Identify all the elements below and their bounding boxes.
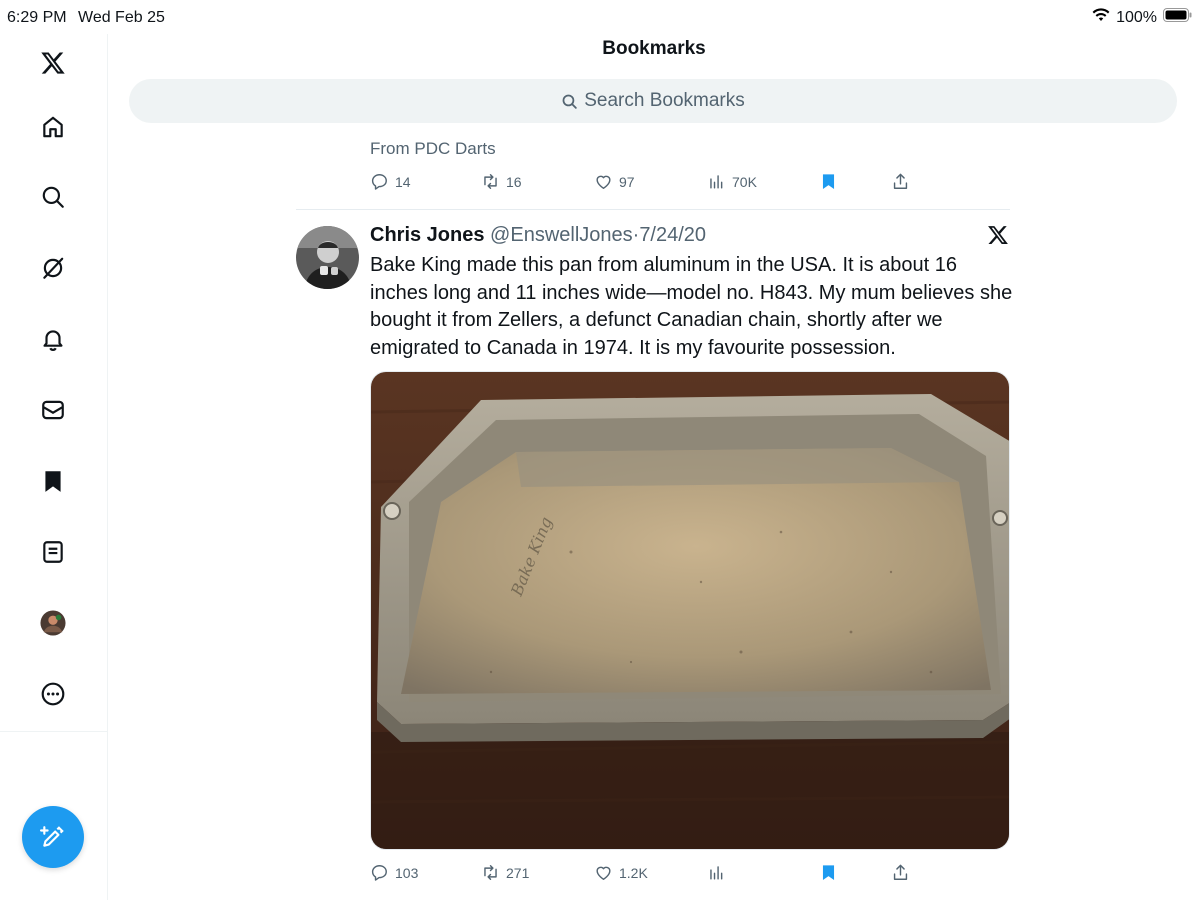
x-logo-icon bbox=[987, 224, 1011, 248]
lists-icon bbox=[43, 541, 63, 563]
reply-icon bbox=[371, 865, 387, 881]
sidebar-item-profile[interactable] bbox=[32, 602, 74, 644]
views-count: 70K bbox=[732, 173, 757, 190]
reply-count: 14 bbox=[395, 173, 411, 190]
bookmark-filled-icon bbox=[822, 174, 835, 190]
wifi-icon bbox=[1092, 8, 1110, 27]
sidebar bbox=[0, 34, 108, 900]
previous-tweet-source[interactable]: From PDC Darts bbox=[370, 139, 496, 159]
compose-feather-plus-icon bbox=[40, 826, 64, 847]
sidebar-item-more[interactable] bbox=[32, 673, 74, 715]
page-title: Bookmarks bbox=[602, 38, 706, 59]
author-name[interactable]: Chris Jones bbox=[370, 224, 484, 246]
sidebar-item-notifications[interactable] bbox=[32, 318, 74, 360]
notifications-bell-icon bbox=[43, 330, 63, 351]
heart-icon bbox=[596, 866, 611, 880]
search-icon bbox=[562, 94, 577, 109]
repost-count: 16 bbox=[506, 173, 522, 190]
profile-avatar bbox=[40, 610, 66, 636]
like-count: 97 bbox=[619, 173, 635, 190]
author-handle[interactable]: @EnswellJones bbox=[490, 224, 633, 246]
sidebar-item-explore[interactable] bbox=[32, 176, 74, 218]
like-count: 1.2K bbox=[619, 864, 648, 881]
home-icon bbox=[43, 116, 63, 138]
like-button[interactable]: 97 bbox=[594, 172, 635, 191]
reply-count: 103 bbox=[395, 864, 419, 881]
repost-button[interactable]: 16 bbox=[481, 172, 522, 191]
compose-button[interactable] bbox=[22, 806, 84, 868]
views-chart-icon bbox=[710, 175, 723, 189]
status-bar: 6:29 PM Wed Feb 25 100% bbox=[0, 0, 1200, 34]
sidebar-item-home[interactable] bbox=[32, 106, 74, 148]
views-button[interactable]: 70K bbox=[707, 172, 757, 191]
search-placeholder: Search Bookmarks bbox=[584, 90, 745, 111]
tweet-header: Chris Jones @EnswellJones·7/24/20 bbox=[370, 224, 706, 247]
share-button[interactable] bbox=[891, 172, 910, 191]
heart-icon bbox=[596, 175, 611, 189]
sidebar-item-lists[interactable] bbox=[32, 531, 74, 573]
search-input[interactable]: Search Bookmarks bbox=[129, 79, 1177, 123]
battery-percent: 100% bbox=[1116, 8, 1157, 26]
views-chart-icon bbox=[710, 866, 723, 880]
tweet-date[interactable]: 7/24/20 bbox=[639, 224, 706, 246]
author-avatar[interactable] bbox=[296, 226, 359, 289]
status-date: Wed Feb 25 bbox=[78, 9, 165, 26]
sidebar-item-grok[interactable] bbox=[32, 247, 74, 289]
share-button[interactable] bbox=[891, 863, 910, 882]
repost-icon bbox=[484, 174, 497, 189]
tweet-media-photo[interactable]: Bake King bbox=[370, 371, 1010, 850]
status-time: 6:29 PM bbox=[7, 9, 67, 26]
bookmark-filled-icon bbox=[822, 865, 835, 881]
battery-icon bbox=[1163, 8, 1192, 27]
sidebar-divider bbox=[0, 731, 107, 732]
reply-icon bbox=[371, 174, 387, 190]
search-icon bbox=[42, 186, 64, 208]
reply-button[interactable]: 103 bbox=[370, 863, 418, 882]
grok-icon bbox=[43, 257, 64, 279]
share-icon bbox=[893, 173, 908, 189]
share-icon bbox=[893, 864, 908, 880]
reply-button[interactable]: 14 bbox=[370, 172, 411, 191]
repost-icon bbox=[484, 865, 497, 880]
tweet-divider bbox=[296, 209, 1010, 210]
sidebar-item-bookmarks[interactable] bbox=[32, 460, 74, 502]
bookmark-icon bbox=[45, 471, 61, 492]
views-button[interactable] bbox=[707, 863, 732, 882]
status-indicators: 100% bbox=[1092, 8, 1192, 27]
bookmark-button[interactable] bbox=[819, 172, 838, 191]
like-button[interactable]: 1.2K bbox=[594, 863, 648, 882]
messages-envelope-icon bbox=[42, 400, 64, 420]
tweet-text: Bake King made this pan from aluminum in… bbox=[370, 254, 1013, 359]
repost-button[interactable]: 271 bbox=[481, 863, 529, 882]
repost-count: 271 bbox=[506, 864, 530, 881]
bookmark-button[interactable] bbox=[819, 863, 838, 882]
sidebar-item-messages[interactable] bbox=[32, 389, 74, 431]
x-logo-icon[interactable] bbox=[32, 42, 74, 84]
more-icon bbox=[41, 682, 65, 706]
